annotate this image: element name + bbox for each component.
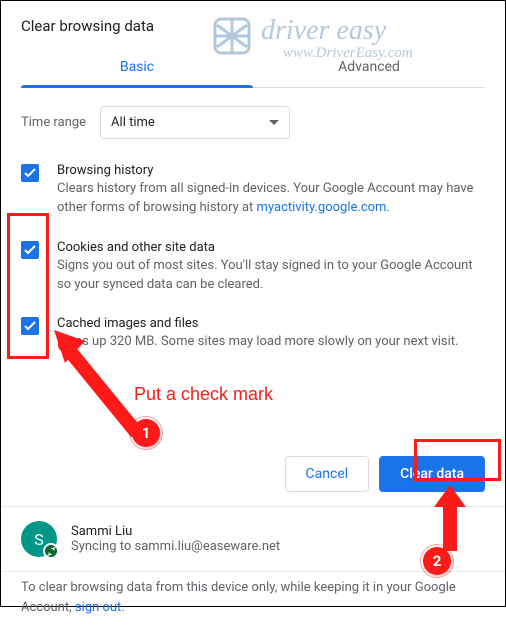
tab-basic[interactable]: Basic <box>21 47 253 87</box>
tabs: Basic Advanced <box>21 47 485 88</box>
myactivity-link[interactable]: myactivity.google.com <box>257 200 387 215</box>
profile-name: Sammi Liu <box>71 524 280 539</box>
footer-note: To clear browsing data from this device … <box>1 572 505 635</box>
tab-advanced[interactable]: Advanced <box>253 47 485 87</box>
time-range-label: Time range <box>21 115 86 130</box>
sync-badge-icon <box>43 543 59 559</box>
dialog-title: Clear browsing data <box>21 17 485 35</box>
option-cached: Cached images and files Frees up 320 MB.… <box>21 316 485 352</box>
check-icon <box>24 245 36 255</box>
sign-out-link[interactable]: sign out <box>75 600 121 615</box>
annotation-step-2: 2 <box>423 547 451 575</box>
check-icon <box>24 168 36 178</box>
cancel-button[interactable]: Cancel <box>285 456 370 492</box>
checkbox-cookies[interactable] <box>21 241 39 259</box>
option-cookies: Cookies and other site data Signs you ou… <box>21 240 485 295</box>
clear-data-button[interactable]: Clear data <box>379 456 485 492</box>
time-range-value: All time <box>111 115 155 130</box>
option-desc: Clears history from all signed-in device… <box>57 180 485 218</box>
profile-sync-status: Syncing to sammi.liu@easeware.net <box>71 539 280 554</box>
option-desc: Signs you out of most sites. You'll stay… <box>57 257 485 295</box>
annotation-text: Put a check mark <box>134 384 273 405</box>
annotation-step-1: 1 <box>132 419 160 447</box>
dialog-actions: Cancel Clear data <box>1 442 505 506</box>
avatar: S <box>21 521 57 557</box>
time-range-select[interactable]: All time <box>100 106 290 139</box>
checkbox-cached[interactable] <box>21 317 39 335</box>
check-icon <box>24 321 36 331</box>
time-range-row: Time range All time <box>21 106 485 139</box>
option-title: Cookies and other site data <box>57 240 485 255</box>
checkbox-browsing-history[interactable] <box>21 164 39 182</box>
option-desc: Frees up 320 MB. Some sites may load mor… <box>57 333 458 352</box>
option-browsing-history: Browsing history Clears history from all… <box>21 163 485 218</box>
chevron-down-icon <box>269 120 279 126</box>
option-title: Browsing history <box>57 163 485 178</box>
option-title: Cached images and files <box>57 316 458 331</box>
